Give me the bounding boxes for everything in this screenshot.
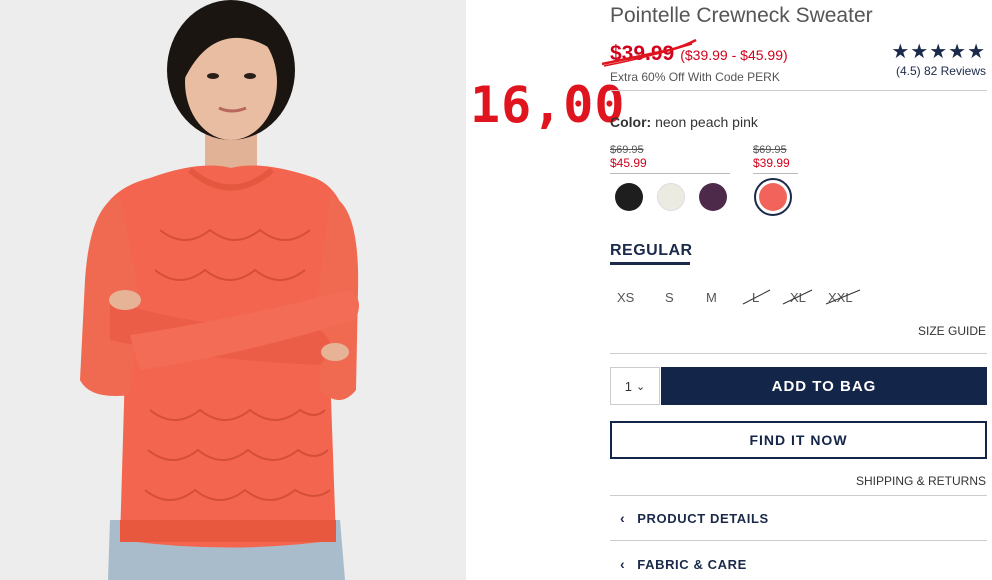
chevron-left-icon: ‹ (620, 510, 626, 526)
quantity-select[interactable]: 1 ⌄ (610, 367, 660, 405)
group-sale-price: $45.99 (610, 156, 647, 170)
swatch-plum[interactable] (699, 183, 727, 211)
price-group: $69.95 $45.99 (610, 144, 730, 174)
price-annotation: 16,00 (470, 76, 626, 134)
product-title: Pointelle Crewneck Sweater (610, 4, 873, 27)
color-label: Color: neon peach pink (610, 114, 758, 130)
fit-tab-regular[interactable]: REGULAR (610, 242, 693, 260)
shipping-returns-link[interactable]: SHIPPING & RETURNS (856, 474, 986, 488)
original-price: $69.95 (753, 144, 787, 156)
divider (610, 540, 987, 541)
swatch-black[interactable] (615, 183, 643, 211)
group-sale-price: $39.99 (753, 156, 790, 170)
size-guide-link[interactable]: SIZE GUIDE (918, 324, 986, 338)
accordion-label: FABRIC & CARE (637, 556, 747, 572)
unavailable-strike-icons (742, 289, 861, 305)
star-rating-icon: ★★★★★ (891, 41, 986, 63)
reviews-link[interactable]: (4.5) 82 Reviews (891, 64, 986, 78)
fit-tab-underline (610, 262, 690, 265)
chevron-left-icon: ‹ (620, 556, 626, 572)
original-price: $69.95 (610, 144, 644, 156)
price-group: $69.95 $39.99 (753, 144, 798, 174)
accordion-fabric-care[interactable]: ‹ FABRIC & CARE (620, 556, 747, 572)
size-option-m[interactable]: M (706, 290, 717, 305)
promo-text: Extra 60% Off With Code PERK (610, 70, 780, 84)
color-name: neon peach pink (655, 114, 758, 130)
rating[interactable]: ★★★★★ (4.5) 82 Reviews (891, 42, 986, 78)
swatch-ivory[interactable] (657, 183, 685, 211)
divider (610, 353, 987, 354)
price-strike-mark (601, 38, 697, 67)
swatch-neon-peach-pink (759, 183, 787, 211)
accordion-label: PRODUCT DETAILS (637, 510, 769, 526)
divider (610, 495, 987, 496)
quantity-value: 1 (624, 378, 632, 394)
swatch-neon-peach-pink-selected[interactable] (754, 178, 792, 216)
chevron-down-icon: ⌄ (636, 380, 646, 393)
add-to-bag-button[interactable]: ADD TO BAG (661, 367, 987, 405)
find-it-now-button[interactable]: FIND IT NOW (610, 421, 987, 459)
size-option-s[interactable]: S (665, 290, 674, 305)
product-image (0, 0, 466, 580)
color-label-key: Color: (610, 114, 652, 130)
accordion-product-details[interactable]: ‹ PRODUCT DETAILS (620, 510, 769, 526)
size-option-xs[interactable]: XS (617, 290, 634, 305)
divider (610, 90, 987, 91)
